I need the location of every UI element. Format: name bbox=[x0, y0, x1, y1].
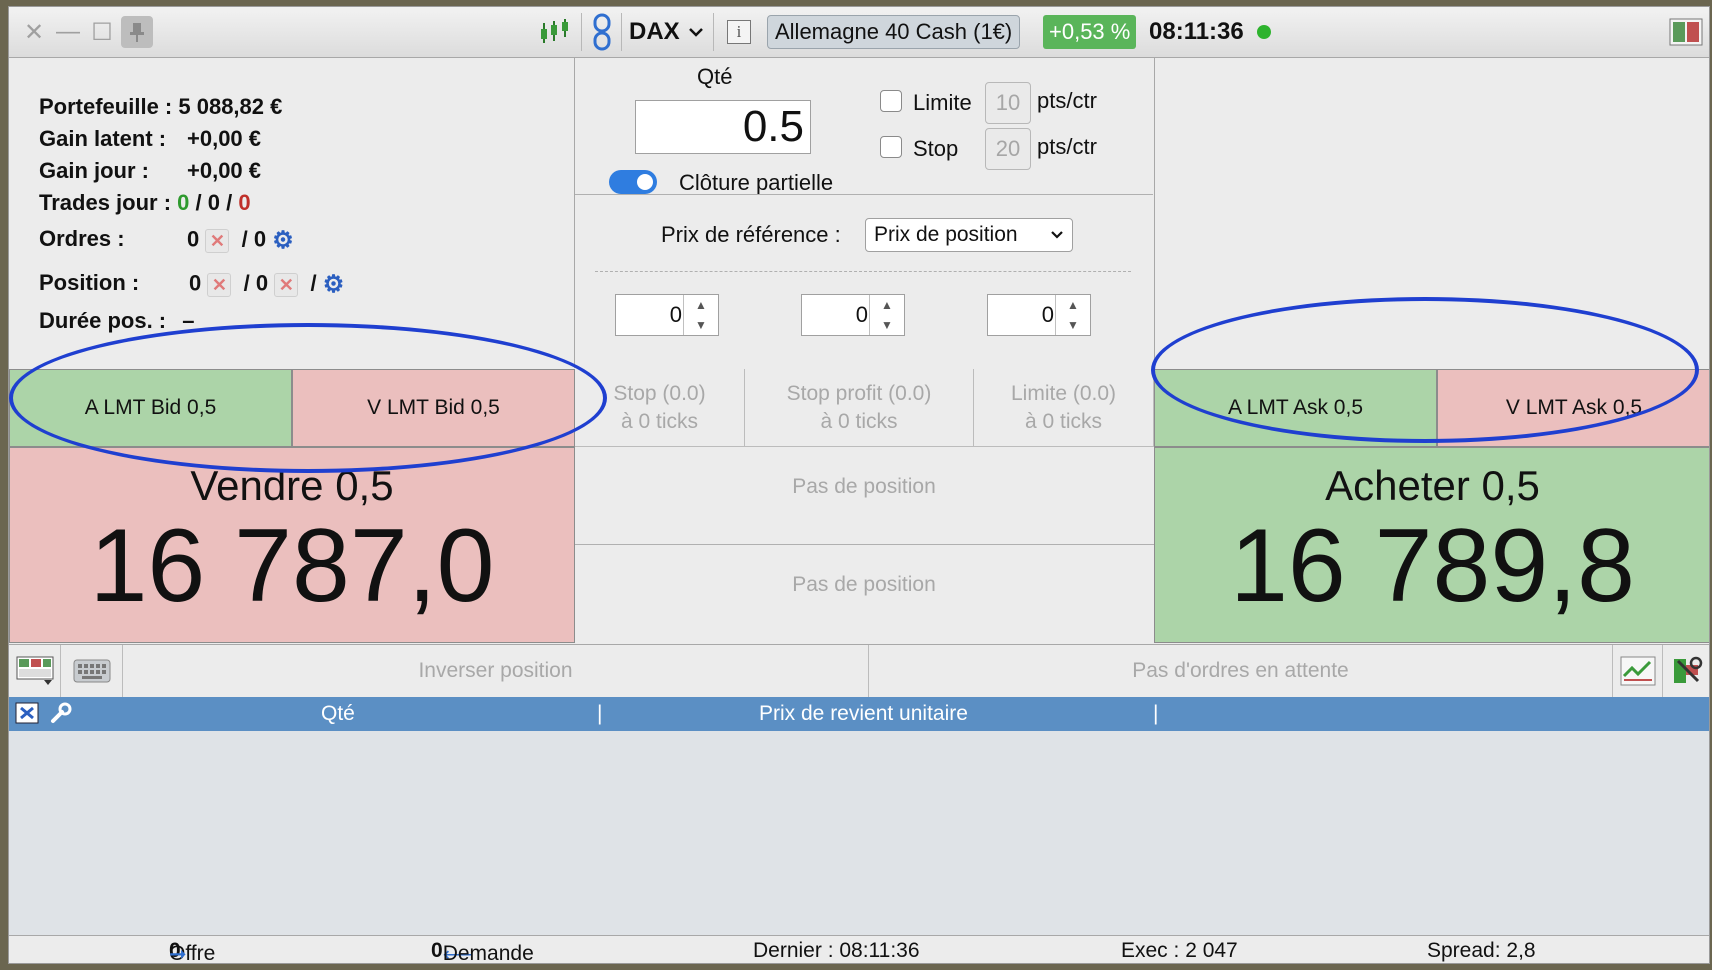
limite-ticks-spinner[interactable]: 0 ▲ ▼ bbox=[987, 294, 1091, 336]
stop-label: Stop bbox=[913, 136, 959, 161]
pin-icon[interactable] bbox=[121, 16, 153, 48]
gain-jour-value: +0,00 € bbox=[187, 158, 262, 183]
limite-label: Limite bbox=[913, 90, 972, 115]
chevron-down-icon bbox=[1051, 231, 1063, 239]
qty-input[interactable]: 0.5 bbox=[635, 100, 811, 154]
position-count-a: 0 bbox=[189, 270, 202, 296]
positions-table-header: Qté | Prix de revient unitaire | bbox=[9, 697, 1709, 731]
demande-label: Demande bbox=[442, 942, 534, 964]
ref-price-label: Prix de référence : bbox=[661, 222, 841, 247]
duree-label: Durée pos. : bbox=[39, 308, 167, 333]
gain-jour-label: Gain jour : bbox=[39, 158, 149, 183]
close-icon[interactable]: ✕ bbox=[21, 19, 47, 46]
minimize-icon[interactable]: — bbox=[55, 18, 81, 45]
ordres-count-b: 0 bbox=[253, 226, 267, 252]
stop-unit: pts/ctr bbox=[1037, 134, 1097, 159]
column-header-qty[interactable]: Qté bbox=[321, 702, 355, 726]
stop-profit-ticks-spinner[interactable]: 0 ▲ ▼ bbox=[801, 294, 905, 336]
trades-win-count: 0 bbox=[177, 190, 190, 215]
market-name: Allemagne 40 Cash (1€) bbox=[767, 15, 1021, 49]
last-trade-time: Dernier : 08:11:36 bbox=[753, 939, 920, 962]
partial-close-toggle[interactable] bbox=[609, 170, 657, 194]
chart-check-icon[interactable] bbox=[1613, 645, 1663, 697]
gain-latent-value: +0,00 € bbox=[187, 126, 262, 151]
ordres-label: Ordres : bbox=[39, 226, 125, 251]
maximize-icon[interactable]: ☐ bbox=[89, 19, 115, 46]
chevron-down-icon bbox=[688, 28, 703, 37]
layout-icon[interactable] bbox=[1669, 7, 1703, 57]
gain-latent-label: Gain latent : bbox=[39, 126, 167, 151]
spread-value: Spread: 2,8 bbox=[1427, 939, 1536, 962]
status-bar: Offre ➞ 0 0 ⟵ Demande Dernier : 08:11:36 E… bbox=[9, 935, 1709, 964]
bottom-toolbar: Inverser position Pas d'ordres en attent… bbox=[9, 644, 1709, 698]
positions-table-body bbox=[9, 731, 1709, 935]
spinner-arrows-icon[interactable]: ▲ ▼ bbox=[683, 295, 718, 335]
info-icon[interactable]: i bbox=[727, 7, 751, 57]
grid-layout-icon[interactable] bbox=[9, 645, 61, 697]
order-form: Qté 0.5 Limite 10 pts/ctr Stop 20 pts/ct… bbox=[575, 58, 1153, 368]
reverse-position-button[interactable]: Inverser position bbox=[123, 645, 869, 697]
position-label: Position : bbox=[39, 270, 140, 295]
portefeuille-value: 5 088,82 € bbox=[178, 94, 283, 119]
limite-unit: pts/ctr bbox=[1037, 88, 1097, 113]
ask-price: 16 789,8 bbox=[1230, 508, 1635, 624]
ordres-count-a: 0 bbox=[187, 226, 200, 252]
stop-value-input[interactable]: 20 bbox=[985, 128, 1031, 170]
title-bar: ✕ — ☐ DAX i Allemagne 40 Cash (1€) +0,53… bbox=[9, 7, 1709, 58]
position-count-b: 0 bbox=[255, 270, 269, 296]
stop-ticks-spinner[interactable]: 0 ▲ ▼ bbox=[615, 294, 719, 336]
trading-window: ✕ — ☐ DAX i Allemagne 40 Cash (1€) +0,53… bbox=[8, 6, 1710, 964]
spinner-arrows-icon[interactable]: ▲ ▼ bbox=[869, 295, 904, 335]
trades-mid-count: 0 bbox=[207, 190, 221, 215]
keyboard-icon[interactable] bbox=[61, 645, 123, 697]
stop-checkbox[interactable] bbox=[880, 136, 902, 158]
buy-market-button[interactable]: Acheter 0,5 16 789,8 bbox=[1154, 447, 1709, 643]
cancel-orders-icon[interactable]: ✕ bbox=[205, 228, 230, 253]
partial-close-label: Clôture partielle bbox=[679, 170, 834, 195]
account-panel: Portefeuille : 5 088,82 € Gain latent : … bbox=[9, 58, 575, 368]
clock: 08:11:36 bbox=[1149, 18, 1244, 45]
no-position-label: Pas de position bbox=[792, 475, 936, 498]
limite-value-input[interactable]: 10 bbox=[985, 82, 1031, 124]
link-icon[interactable] bbox=[591, 7, 613, 57]
position-settings-gear-icon[interactable]: ⚙ bbox=[323, 270, 345, 299]
no-position-label-2: Pas de position bbox=[792, 573, 936, 596]
orders-settings-gear-icon[interactable]: ⚙ bbox=[272, 226, 294, 255]
connection-status-icon bbox=[1257, 25, 1271, 39]
annotation-ellipse-right bbox=[1151, 297, 1699, 443]
exec-count: Exec : 2 047 bbox=[1121, 939, 1238, 962]
instrument-selector[interactable]: DAX bbox=[629, 7, 704, 57]
arrow-right-icon: ➞ bbox=[169, 943, 187, 964]
limite-checkbox[interactable] bbox=[880, 90, 902, 112]
close-position-b-icon[interactable]: ✕ bbox=[274, 272, 299, 297]
wrench-icon[interactable] bbox=[49, 701, 73, 731]
stop-profit-info: Stop profit (0.0) à 0 ticks bbox=[745, 369, 974, 447]
ref-price-select[interactable]: Prix de position bbox=[865, 218, 1073, 252]
spinner-arrows-icon[interactable]: ▲ ▼ bbox=[1055, 295, 1090, 335]
annotation-ellipse-left bbox=[9, 323, 607, 473]
candlestick-icon[interactable] bbox=[539, 7, 571, 57]
pending-orders-status: Pas d'ordres en attente bbox=[869, 645, 1613, 697]
close-all-icon[interactable] bbox=[15, 701, 41, 731]
trades-jour-label: Trades jour : bbox=[39, 190, 172, 215]
close-position-icon[interactable]: ✕ bbox=[207, 272, 232, 297]
portefeuille-label: Portefeuille : bbox=[39, 94, 173, 119]
tools-settings-icon[interactable] bbox=[1663, 645, 1709, 697]
qty-label: Qté bbox=[697, 64, 733, 89]
window-controls: ✕ — ☐ bbox=[21, 7, 153, 57]
limite-info: Limite (0.0) à 0 ticks bbox=[974, 369, 1154, 447]
trades-loss-count: 0 bbox=[238, 190, 251, 215]
demande-value: 0 bbox=[431, 939, 443, 962]
instrument-label: DAX bbox=[629, 18, 680, 45]
bid-price: 16 787,0 bbox=[89, 508, 495, 624]
change-percent-badge: +0,53 % bbox=[1043, 15, 1137, 49]
buy-title: Acheter 0,5 bbox=[1325, 462, 1540, 509]
column-header-unit-cost[interactable]: Prix de revient unitaire bbox=[759, 702, 968, 726]
sell-market-button[interactable]: Vendre 0,5 16 787,0 bbox=[9, 447, 575, 643]
